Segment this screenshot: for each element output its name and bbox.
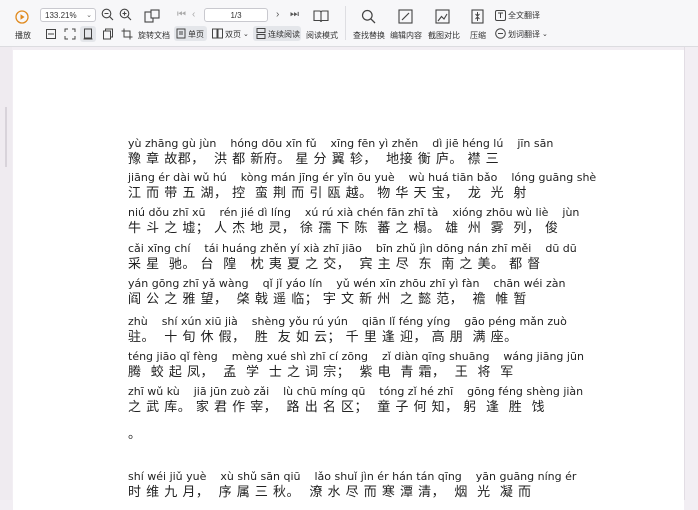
compress-label[interactable]: 压缩 <box>470 31 486 41</box>
scrollbar-track[interactable] <box>684 47 698 500</box>
chevron-down-icon[interactable]: ⌄ <box>243 30 249 40</box>
chevron-down-icon: ⌄ <box>86 12 92 19</box>
text-line: 。 <box>128 427 142 442</box>
text-line: 腾 蛟 起 凤， 孟 学 士 之 词 宗； 紫 电 青 霜， 王 将 军 <box>128 365 514 380</box>
play-icon[interactable] <box>15 10 29 24</box>
fit-width-icon[interactable] <box>45 28 57 40</box>
continuous-icon <box>256 28 266 39</box>
edit-content-label[interactable]: 编辑内容 <box>390 31 422 41</box>
word-translate-label[interactable]: 划词翻译 <box>508 30 540 40</box>
document-page: yù zhāng gù jùn hóng dōu xīn fǔ xīng fēn… <box>13 50 684 510</box>
zoom-select[interactable]: 133.21% ⌄ <box>40 8 96 22</box>
prev-page-icon[interactable]: ‹ <box>192 10 195 20</box>
text-line: 采 星 驰。 台 隍 枕 夷 夏 之 交， 宾 主 尽 东 南 之 美。 都 督 <box>128 257 541 272</box>
translate-icon[interactable] <box>495 10 506 21</box>
edit-icon[interactable] <box>398 9 413 24</box>
first-page-icon[interactable]: ⏮ <box>177 10 186 20</box>
book-icon[interactable] <box>313 9 329 23</box>
rotate-icon[interactable] <box>144 9 160 23</box>
zoom-value: 133.21% <box>45 11 77 20</box>
continuous-label: 连续阅读 <box>268 30 300 39</box>
chevron-down-icon[interactable]: ⌄ <box>542 30 548 40</box>
next-page-icon[interactable]: › <box>276 10 279 20</box>
find-replace-label[interactable]: 查找替换 <box>353 31 385 41</box>
double-page-icon[interactable] <box>212 28 223 39</box>
zoom-in-icon[interactable] <box>119 8 132 21</box>
single-page-icon <box>176 28 186 39</box>
last-page-icon[interactable]: ⏭ <box>290 10 299 20</box>
fit-page-icon[interactable] <box>64 28 76 40</box>
compress-icon[interactable] <box>470 9 485 24</box>
text-line: 阎 公 之 雅 望， 棨 戟 遥 临； 宇 文 新 州 之 懿 范， 襜 帷 暂 <box>128 292 527 307</box>
copy-icon[interactable] <box>102 28 114 40</box>
text-line: 豫 章 故郡， 洪 都 新府。 星 分 翼 轸， 地接 衡 庐。 襟 三 <box>128 152 500 167</box>
text-line: 之 武 库。 家 君 作 宰， 路 出 名 区； 童 子 何 知， 躬 逢 胜 … <box>128 400 546 415</box>
single-page-label: 单页 <box>188 30 204 39</box>
word-translate-icon[interactable] <box>495 28 506 39</box>
text-line: 牛 斗 之 墟； 人 杰 地 灵， 徐 孺 下 陈 蕃 之 榻。 雄 州 雾 列… <box>128 221 559 236</box>
crop-icon[interactable] <box>121 28 133 40</box>
zoom-out-icon[interactable] <box>101 8 114 21</box>
double-page-label[interactable]: 双页 <box>225 30 241 40</box>
search-icon[interactable] <box>361 9 376 24</box>
screenshot-compare-label[interactable]: 截图对比 <box>428 31 460 41</box>
full-translate-label[interactable]: 全文翻译 <box>508 11 540 21</box>
play-label[interactable]: 播放 <box>15 31 31 41</box>
text-line: 江 而 带 五 湖， 控 蛮 荆 而 引 瓯 越。 物 华 天 宝， 龙 光 射 <box>128 186 527 201</box>
sidebar-strip <box>0 47 12 500</box>
page-indicator[interactable]: 1/3 <box>204 8 268 22</box>
rotate-label[interactable]: 旋转文档 <box>138 31 170 41</box>
screenshot-icon[interactable] <box>435 9 450 24</box>
actual-size-icon <box>82 28 94 40</box>
toolbar-divider <box>345 6 346 40</box>
reading-mode-label[interactable]: 阅读模式 <box>306 31 338 41</box>
text-line: 时 维 九 月， 序 属 三 秋。 潦 水 尽 而 寒 潭 清， 烟 光 凝 而 <box>128 485 532 500</box>
toolbar: 播放 133.21% ⌄ 旋转文档 ⏮ ‹ 1/3 › ⏭ 单页 双页 ⌄ 连续… <box>0 0 698 47</box>
text-line: 驻。 十 旬 休 假， 胜 友 如 云； 千 里 逢 迎， 高 朋 满 座。 <box>128 330 518 345</box>
